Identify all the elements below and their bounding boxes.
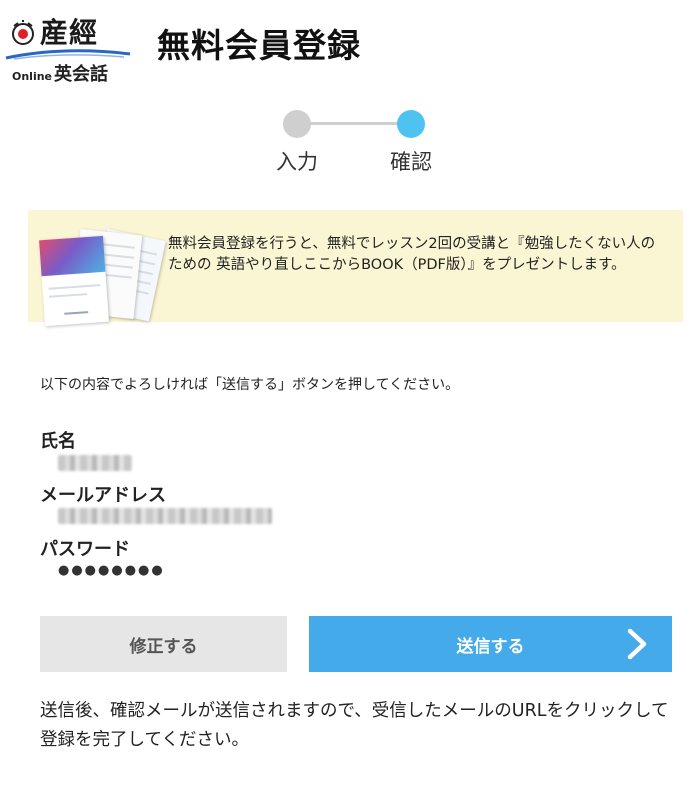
step-label-input: 入力 [276,150,318,174]
name-label: 氏名 [40,431,76,452]
promo-text: 無料会員登録を行うと、無料でレッスン2回の受講と『勉強したくない人のための 英語… [168,236,656,273]
logo-brand-text: 産經 [40,16,99,49]
logo-bottom-row: Online 英会話 [12,60,108,86]
step-connector [297,122,411,125]
chevron-right-icon [627,628,647,660]
logo-online-text: Online [12,70,53,83]
edit-button[interactable]: 修正する [40,616,287,672]
page-title: 無料会員登録 [157,26,361,65]
site-logo[interactable]: 産經 Online 英会話 [4,18,132,86]
name-value-redacted [58,455,132,471]
email-label: メールアドレス [40,485,166,506]
book-image [36,226,166,338]
submit-button[interactable]: 送信する [309,616,672,672]
instruction-text: 以下の内容でよろしければ「送信する」ボタンを押してください。 [40,377,460,393]
edit-button-label: 修正する [129,636,198,657]
logo-eikaiwa-text: 英会話 [54,64,109,85]
logo-mark-icon [10,20,36,46]
password-value: ●●●●●●●● [58,563,165,578]
logo-swoosh-icon [5,49,131,60]
promo-banner: 無料会員登録を行うと、無料でレッスン2回の受講と『勉強したくない人のための 英語… [28,210,683,327]
step-label-confirm: 確認 [390,150,432,174]
password-label: パスワード [40,539,130,560]
step-dot-input [283,110,311,138]
email-value-redacted [58,508,272,524]
step-dot-confirm [397,110,425,138]
progress-steps: 入力 確認 [270,106,440,176]
logo-top-row: 産經 [10,18,98,48]
submit-button-label: 送信する [456,636,525,657]
post-submit-note: 送信後、確認メールが送信されますので、受信したメールのURLをクリックして登録を… [40,701,669,750]
book-cover [39,235,109,327]
